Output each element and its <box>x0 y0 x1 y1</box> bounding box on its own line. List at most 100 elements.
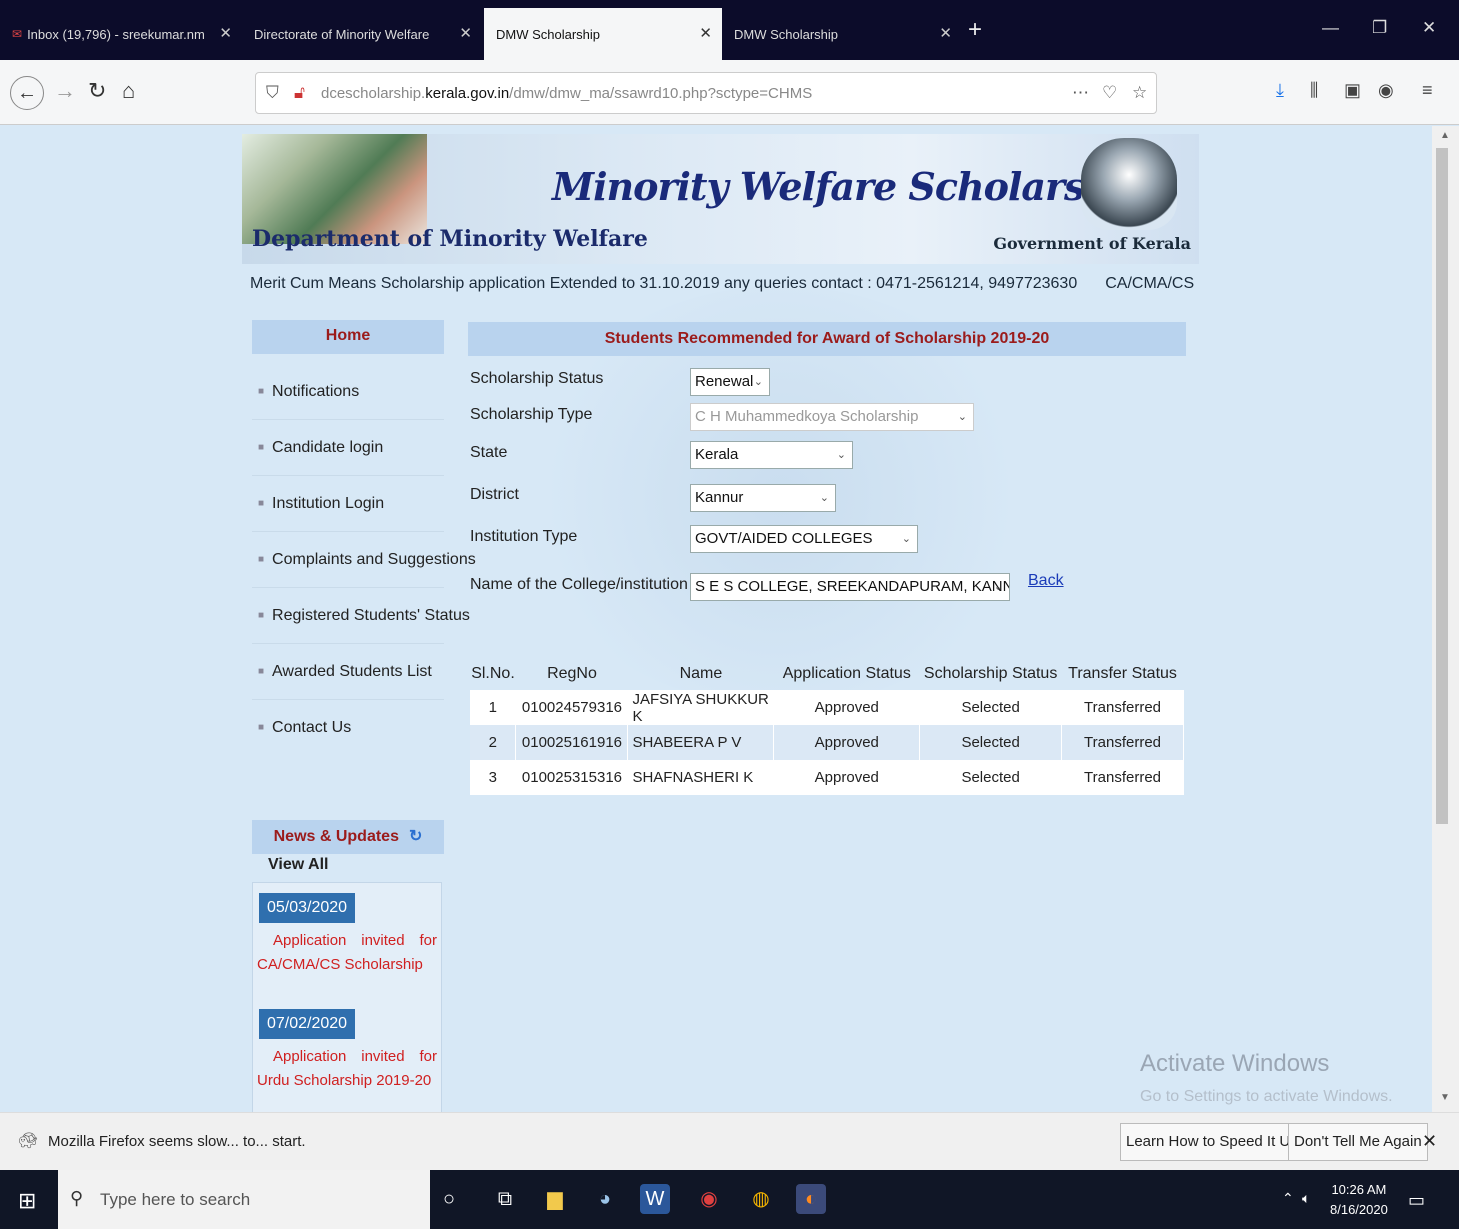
college-label: Name of the College/institution <box>470 576 688 593</box>
library-icon[interactable]: ⫼ <box>1310 80 1318 101</box>
activate-windows-subtext: Go to Settings to activate Windows. <box>1140 1088 1393 1105</box>
app-red-icon[interactable]: ◉ <box>694 1184 724 1214</box>
scholarship-type-label: Scholarship Type <box>470 406 593 423</box>
dont-tell-again-button[interactable]: Don't Tell Me Again <box>1288 1123 1428 1161</box>
scholarship-status-select[interactable]: Renewal ⌄ <box>690 368 770 396</box>
minimize-icon[interactable]: — <box>1322 18 1339 38</box>
notification-message: Mozilla Firefox seems slow... to... star… <box>48 1133 306 1150</box>
url-text[interactable]: dcescholarship.kerala.gov.in/dmw/dmw_ma/… <box>321 85 812 102</box>
firefox-icon[interactable]: ◐ <box>796 1184 826 1214</box>
close-icon[interactable]: ✕ <box>1422 1131 1437 1152</box>
restore-icon[interactable]: ❐ <box>1372 18 1387 38</box>
taskbar-clock[interactable]: 10:26 AM 8/16/2020 <box>1330 1180 1388 1220</box>
more-actions-icon[interactable]: ⋯ <box>1072 83 1089 103</box>
tab-dmw-scholarship-active[interactable]: DMW Scholarship ✕ <box>484 8 722 60</box>
scroll-down-icon[interactable]: ▼ <box>1440 1092 1450 1103</box>
window-close-icon[interactable]: ✕ <box>1422 18 1436 38</box>
browser-tab-bar: ✉ Inbox (19,796) - sreekumar.nm ✕ Direct… <box>0 0 1459 60</box>
volume-icon[interactable]: 🔈︎ <box>1302 1190 1310 1207</box>
url-bar[interactable]: ⛉ 🔓︎ dcescholarship.kerala.gov.in/dmw/dm… <box>255 72 1157 114</box>
cell-regno: 010024579316 <box>515 690 629 725</box>
cell-slno: 1 <box>470 690 517 725</box>
action-center-icon[interactable]: ▭ <box>1408 1190 1425 1211</box>
column-header: Application Status <box>782 665 911 682</box>
scholarship-type-select[interactable]: C H Muhammedkoya Scholarship ⌄ <box>690 403 974 431</box>
taskbar-search-box[interactable]: ⚲ Type here to search <box>58 1170 430 1229</box>
home-icon[interactable]: ⌂ <box>122 78 135 104</box>
tab-inbox[interactable]: ✉ Inbox (19,796) - sreekumar.nm ✕ <box>0 8 242 60</box>
marquee-item: CA/CMA/CS Scholarship <box>1105 275 1199 292</box>
clock-date: 8/16/2020 <box>1330 1202 1388 1217</box>
chevron-down-icon: ⌄ <box>836 449 846 461</box>
task-view-icon[interactable]: ⧉ <box>490 1184 520 1214</box>
tab-dmw-scholarship[interactable]: DMW Scholarship ✕ <box>722 8 962 60</box>
news-item-link[interactable]: Application invited for Urdu Scholarship… <box>257 1045 437 1093</box>
sidebar-item-institution-login[interactable]: ■ Institution Login <box>252 476 444 532</box>
news-heading: News & Updates ↻ <box>252 820 444 854</box>
news-date: 05/03/2020 <box>259 893 356 923</box>
bullet-icon: ■ <box>258 722 265 733</box>
back-arrow-icon[interactable]: ← <box>10 76 44 110</box>
table-header-row: Sl.No. RegNo Name Application Status Sch… <box>470 658 1184 690</box>
menu-hamburger-icon[interactable]: ≡ <box>1422 80 1433 101</box>
chevron-down-icon: ⌄ <box>993 581 1003 593</box>
content-title: Students Recommended for Award of Schola… <box>468 322 1186 356</box>
browser-nav-bar: ← → ↻ ⌂ ⛉ 🔓︎ dcescholarship.kerala.gov.i… <box>0 60 1459 125</box>
close-icon[interactable]: ✕ <box>219 24 232 42</box>
vertical-scrollbar[interactable]: ▲ ▼ <box>1432 126 1459 1112</box>
reload-icon[interactable]: ↻ <box>88 78 106 104</box>
cell-name: SHABEERA P V <box>627 725 775 760</box>
sidebar-item-registered-status[interactable]: ■ Registered Students' Status <box>252 588 470 644</box>
tab-label: DMW Scholarship <box>734 26 839 42</box>
cell-scholarship-status: Selected <box>919 725 1063 760</box>
scrollbar-thumb[interactable] <box>1436 148 1448 824</box>
tab-label: Inbox (19,796) - sreekumar.nm <box>27 26 205 42</box>
tray-chevron-up-icon[interactable]: ⌃ <box>1282 1190 1294 1207</box>
sidebar-icon[interactable]: ▣ <box>1344 80 1361 101</box>
back-link[interactable]: Back <box>1028 572 1064 590</box>
news-marquee: Merit Cum Means Scholarship application … <box>242 270 1199 298</box>
shield-icon[interactable]: ⛉ <box>266 83 279 103</box>
institution-type-label: Institution Type <box>470 528 578 545</box>
new-tab-plus-icon[interactable]: + <box>968 16 982 44</box>
cell-application-status: Approved <box>773 725 921 760</box>
sidebar-item-contact-us[interactable]: ■ Contact Us <box>252 700 444 756</box>
slow-startup-notification: 🐢︎ Mozilla Firefox seems slow... to... s… <box>0 1112 1459 1170</box>
learn-speed-button[interactable]: Learn How to Speed It Up <box>1120 1123 1305 1161</box>
chrome-icon[interactable]: ◍ <box>746 1184 776 1214</box>
tab-directorate[interactable]: Directorate of Minority Welfare ✕ <box>242 8 482 60</box>
bookmark-star-icon[interactable]: ☆ <box>1132 83 1147 103</box>
scroll-up-icon[interactable]: ▲ <box>1440 130 1450 141</box>
download-icon[interactable]: ⤓ <box>1276 80 1284 101</box>
bullet-icon: ■ <box>258 386 265 397</box>
sidebar-item-notifications[interactable]: ■ Notifications <box>252 364 444 420</box>
close-icon[interactable]: ✕ <box>699 24 712 42</box>
district-select[interactable]: Kannur ⌄ <box>690 484 836 512</box>
insecure-lock-icon[interactable]: 🔓︎ <box>294 83 305 103</box>
windows-start-icon[interactable]: ⊞ <box>18 1188 36 1214</box>
word-icon[interactable]: W <box>640 1184 670 1214</box>
chevron-down-icon: ⌄ <box>753 376 763 388</box>
file-explorer-icon[interactable]: ▆ <box>540 1184 570 1214</box>
close-icon[interactable]: ✕ <box>459 24 472 42</box>
sidebar-home[interactable]: Home <box>252 320 444 354</box>
pocket-icon[interactable]: ♡ <box>1102 83 1117 103</box>
cortana-icon[interactable]: ○ <box>434 1184 464 1214</box>
forward-arrow-icon[interactable]: → <box>54 78 76 104</box>
sidebar-item-candidate-login[interactable]: ■ Candidate login <box>252 420 444 476</box>
close-icon[interactable]: ✕ <box>939 24 952 42</box>
banner-department: Department of Minority Welfare <box>252 226 648 252</box>
account-icon[interactable]: ◉ <box>1378 80 1394 101</box>
network-app-icon[interactable]: ◕ <box>590 1184 620 1214</box>
refresh-icon[interactable]: ↻ <box>409 828 422 845</box>
cell-name: SHAFNASHERI K <box>627 760 775 795</box>
state-select[interactable]: Kerala ⌄ <box>690 441 853 469</box>
news-item-link[interactable]: Application invited for CA/CMA/CS Schola… <box>257 929 437 977</box>
college-select[interactable]: S E S COLLEGE, SREEKANDAPURAM, KANNUR ⌄ <box>690 573 1010 601</box>
sidebar-item-complaints[interactable]: ■ Complaints and Suggestions <box>252 532 476 588</box>
sidebar-item-awarded-list[interactable]: ■ Awarded Students List <box>252 644 444 700</box>
table-row: 2 010025161916 SHABEERA P V Approved Sel… <box>470 725 1184 760</box>
institution-type-select[interactable]: GOVT/AIDED COLLEGES ⌄ <box>690 525 918 553</box>
view-all-link[interactable]: View All <box>268 856 328 874</box>
cell-transfer-status: Transferred <box>1061 690 1184 725</box>
